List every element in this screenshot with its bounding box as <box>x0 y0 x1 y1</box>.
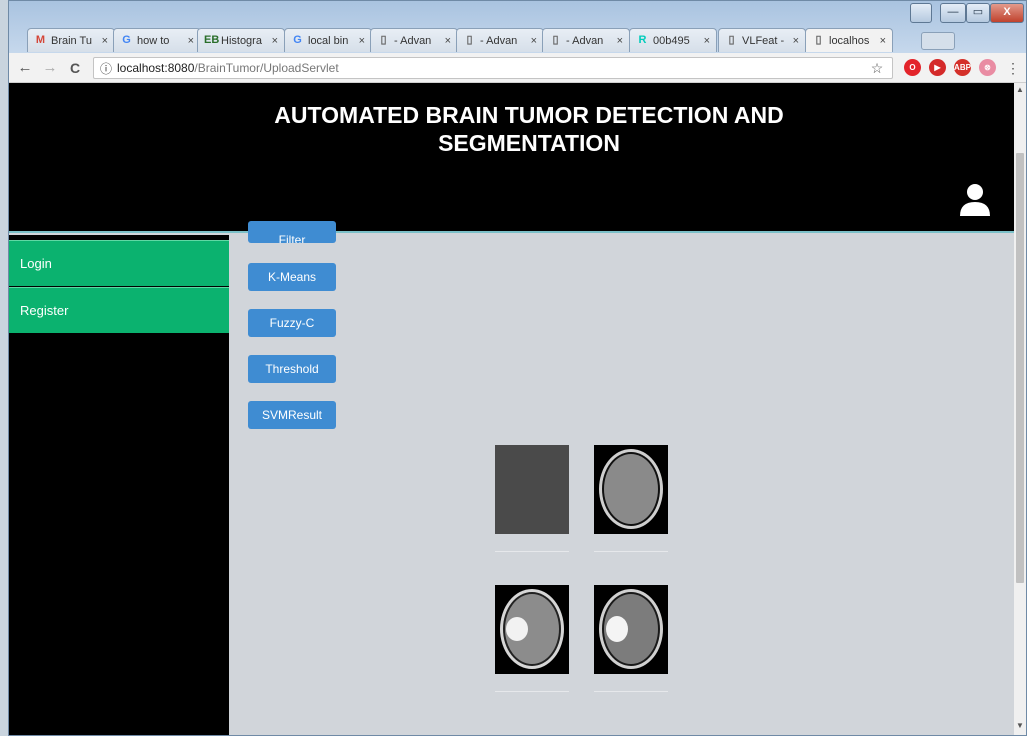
result-image-fuzzy <box>495 585 569 674</box>
tab-close-icon[interactable]: × <box>880 35 886 47</box>
tab-label: - Advan <box>566 34 604 47</box>
forward-button[interactable]: → <box>40 58 60 78</box>
page-title: AUTOMATED BRAIN TUMOR DETECTION AND SEGM… <box>274 102 784 156</box>
scroll-down-arrow-icon[interactable]: ▼ <box>1014 719 1026 733</box>
tab-6[interactable]: ▯ - Advan × <box>456 28 544 52</box>
tab-strip: M Brain Tu × Ghow to × EB Histogra × Glocal bin ×… <box>27 28 1027 52</box>
tab-close-icon[interactable]: × <box>359 35 365 47</box>
title-bar: — ▭ X M Brain Tu × Ghow to × EB Histogra × Gloca… <box>9 1 1026 53</box>
tab-7[interactable]: ▯ - Advan × <box>542 28 630 52</box>
divider <box>594 551 668 552</box>
close-window-button[interactable]: X <box>990 3 1024 23</box>
divider <box>495 691 569 692</box>
back-button[interactable]: ← <box>15 58 35 78</box>
sidebar-item-register[interactable]: Register <box>9 287 229 333</box>
opera-icon[interactable]: O <box>904 59 921 76</box>
tab-label: localhos <box>829 34 870 47</box>
vertical-scrollbar[interactable]: ▲ ▼ <box>1014 83 1026 735</box>
tab-close-icon[interactable]: × <box>272 35 278 47</box>
tab-3[interactable]: EB Histogra × <box>197 28 285 52</box>
kmeans-button[interactable]: K-Means <box>248 263 336 291</box>
page-icon: ▯ <box>552 34 559 46</box>
tab-2[interactable]: Ghow to × <box>113 28 201 52</box>
browser-window: — ▭ X M Brain Tu × Ghow to × EB Histogra × Gloca… <box>8 0 1027 736</box>
ext-pink-icon[interactable]: ⊗ <box>979 59 996 76</box>
scroll-up-arrow-icon[interactable]: ▲ <box>1014 83 1026 97</box>
divider <box>495 551 569 552</box>
main-content: Filter K-Means Fuzzy-C Threshold SVMResu… <box>229 221 1014 735</box>
tab-label: - Advan <box>394 34 432 47</box>
sidebar: Login Register <box>9 235 229 735</box>
reload-button[interactable]: C <box>65 58 85 78</box>
tab-label: how to <box>137 34 170 47</box>
threshold-button[interactable]: Threshold <box>248 355 336 383</box>
filter-button[interactable]: Filter <box>248 221 336 243</box>
tab-10[interactable]: ▯ localhos × <box>805 28 893 52</box>
tab-close-icon[interactable]: × <box>531 35 537 47</box>
bookmark-star-icon[interactable]: ☆ <box>867 58 887 78</box>
eb-icon: EB <box>204 34 220 46</box>
url-host: localhost:8080 <box>117 61 195 75</box>
tab-1[interactable]: M Brain Tu × <box>27 28 115 52</box>
result-image-threshold <box>594 585 668 674</box>
user-icon[interactable] <box>959 183 991 217</box>
page-viewport: AUTOMATED BRAIN TUMOR DETECTION AND SEGM… <box>9 83 1026 735</box>
result-image-filtered <box>495 445 569 534</box>
tab-label: VLFeat - <box>742 34 785 47</box>
tab-close-icon[interactable]: × <box>617 35 623 47</box>
address-bar[interactable]: ⓘ localhost:8080 /BrainTumor/UploadServl… <box>93 57 893 79</box>
page-icon: ▯ <box>815 34 822 46</box>
tab-5[interactable]: ▯ - Advan × <box>370 28 458 52</box>
google-icon: G <box>293 34 302 46</box>
minimize-button[interactable]: — <box>940 3 966 23</box>
desktop-edge <box>0 0 8 736</box>
page-icon: ▯ <box>466 34 473 46</box>
maximize-button[interactable]: ▭ <box>966 3 990 23</box>
tab-label: Histogra <box>221 34 262 47</box>
tab-label: Brain Tu <box>51 34 92 47</box>
sidebar-item-login[interactable]: Login <box>9 240 229 286</box>
tab-label: local bin <box>308 34 349 47</box>
google-icon: G <box>122 34 131 46</box>
svm-result-button[interactable]: SVMResult <box>248 401 336 429</box>
tab-close-icon[interactable]: × <box>102 35 108 47</box>
scroll-thumb[interactable] <box>1016 153 1024 583</box>
divider <box>594 691 668 692</box>
fuzzy-c-button[interactable]: Fuzzy-C <box>248 309 336 337</box>
researchgate-icon: R <box>638 34 647 46</box>
gmail-icon: M <box>35 34 46 46</box>
tab-close-icon[interactable]: × <box>704 35 710 47</box>
info-icon[interactable]: ⓘ <box>100 60 112 77</box>
adblock-icon[interactable]: ABP <box>954 59 971 76</box>
tab-4[interactable]: Glocal bin × <box>284 28 372 52</box>
tab-close-icon[interactable]: × <box>793 35 799 47</box>
browser-toolbar: ← → C ⓘ localhost:8080 /BrainTumor/Uploa… <box>9 53 1026 83</box>
profile-button[interactable] <box>910 3 932 23</box>
result-image-kmeans <box>594 445 668 534</box>
tab-label: 00b495 <box>653 34 690 47</box>
url-path: /BrainTumor/UploadServlet <box>194 61 339 75</box>
page-icon: ▯ <box>380 34 387 46</box>
tab-close-icon[interactable]: × <box>188 35 194 47</box>
tab-9[interactable]: ▯ VLFeat - × <box>718 28 806 52</box>
tab-label: - Advan <box>480 34 518 47</box>
tab-8[interactable]: R 00b495 × <box>629 28 717 52</box>
page-header: AUTOMATED BRAIN TUMOR DETECTION AND SEGM… <box>9 83 1014 233</box>
ext-red-icon[interactable]: ▶ <box>929 59 946 76</box>
new-tab-button[interactable] <box>921 32 955 50</box>
menu-icon[interactable]: ⋮ <box>1003 58 1023 78</box>
page-icon: ▯ <box>728 34 735 46</box>
tab-close-icon[interactable]: × <box>445 35 451 47</box>
